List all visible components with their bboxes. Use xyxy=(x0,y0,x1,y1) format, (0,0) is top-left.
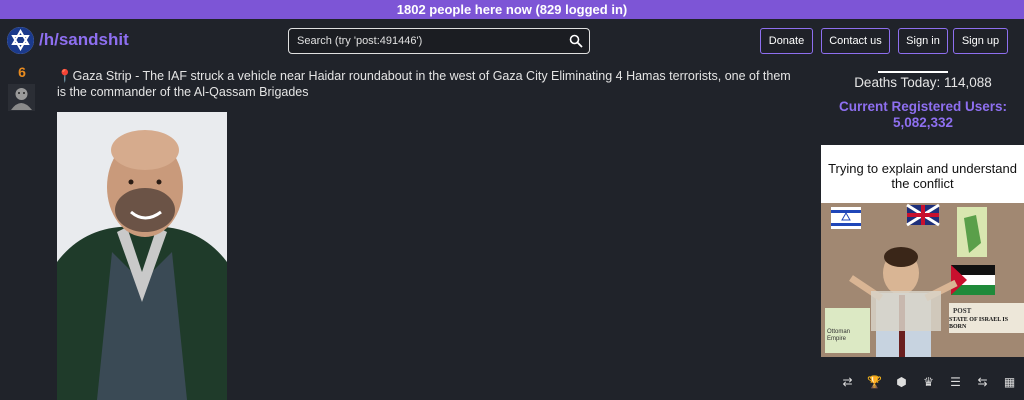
post-title[interactable]: 📍Gaza Strip - The IAF struck a vehicle n… xyxy=(57,68,802,100)
meme-caption: Trying to explain and understand the con… xyxy=(828,161,1017,191)
author-avatar[interactable] xyxy=(8,84,35,111)
sidebar-icon-bar: ⇄ 🏆 ⬢ ♛ ☰ ⇆ ▦ xyxy=(834,374,1024,390)
scroll-icon[interactable]: ☰ xyxy=(942,374,969,390)
sidebar-meme[interactable]: Trying to explain and understand the con… xyxy=(821,145,1024,357)
site-logo-icon[interactable] xyxy=(7,27,34,54)
top-navbar: /h/sandshit Donate Contact us Sign in Si… xyxy=(0,19,1024,63)
meme-map-label: Ottoman Empire xyxy=(827,329,851,342)
sign-up-button[interactable]: Sign up xyxy=(953,28,1008,54)
meme-headline: STATE OF ISRAEL IS BORN xyxy=(949,317,1009,330)
search-icon[interactable] xyxy=(569,34,583,48)
sidebar-logo-fragment xyxy=(878,63,948,73)
registered-users: Current Registered Users: 5,082,332 xyxy=(820,99,1024,131)
meme-post-label: POST xyxy=(953,307,972,315)
sign-in-button[interactable]: Sign in xyxy=(898,28,948,54)
donate-button[interactable]: Donate xyxy=(760,28,813,54)
registered-users-label: Current Registered Users: xyxy=(838,99,1008,114)
post-image[interactable] xyxy=(57,112,227,400)
shuffle-icon[interactable]: ⇄ xyxy=(834,374,861,390)
crown-icon[interactable]: ♛ xyxy=(915,374,942,390)
online-users-banner: 1802 people here now (829 logged in) xyxy=(0,0,1024,19)
contact-us-button[interactable]: Contact us xyxy=(821,28,890,54)
post-score: 6 xyxy=(18,64,26,80)
chart-icon[interactable]: ▦ xyxy=(996,374,1023,390)
exchange-icon[interactable]: ⇆ xyxy=(969,374,996,390)
deaths-today: Deaths Today: 114,088 xyxy=(854,75,992,90)
pin-icon: 📍 xyxy=(57,69,73,83)
search-input[interactable] xyxy=(297,32,557,50)
sub-name-link[interactable]: /h/sandshit xyxy=(39,30,129,50)
trophy-icon[interactable]: 🏆 xyxy=(861,374,888,390)
registered-users-value: 5,082,332 xyxy=(892,115,954,130)
search-box xyxy=(288,28,590,54)
meme-image: POST STATE OF ISRAEL IS BORN Ottoman Emp… xyxy=(821,203,1024,357)
post-title-text: Gaza Strip - The IAF struck a vehicle ne… xyxy=(57,69,791,99)
hexagon-icon[interactable]: ⬢ xyxy=(888,374,915,390)
